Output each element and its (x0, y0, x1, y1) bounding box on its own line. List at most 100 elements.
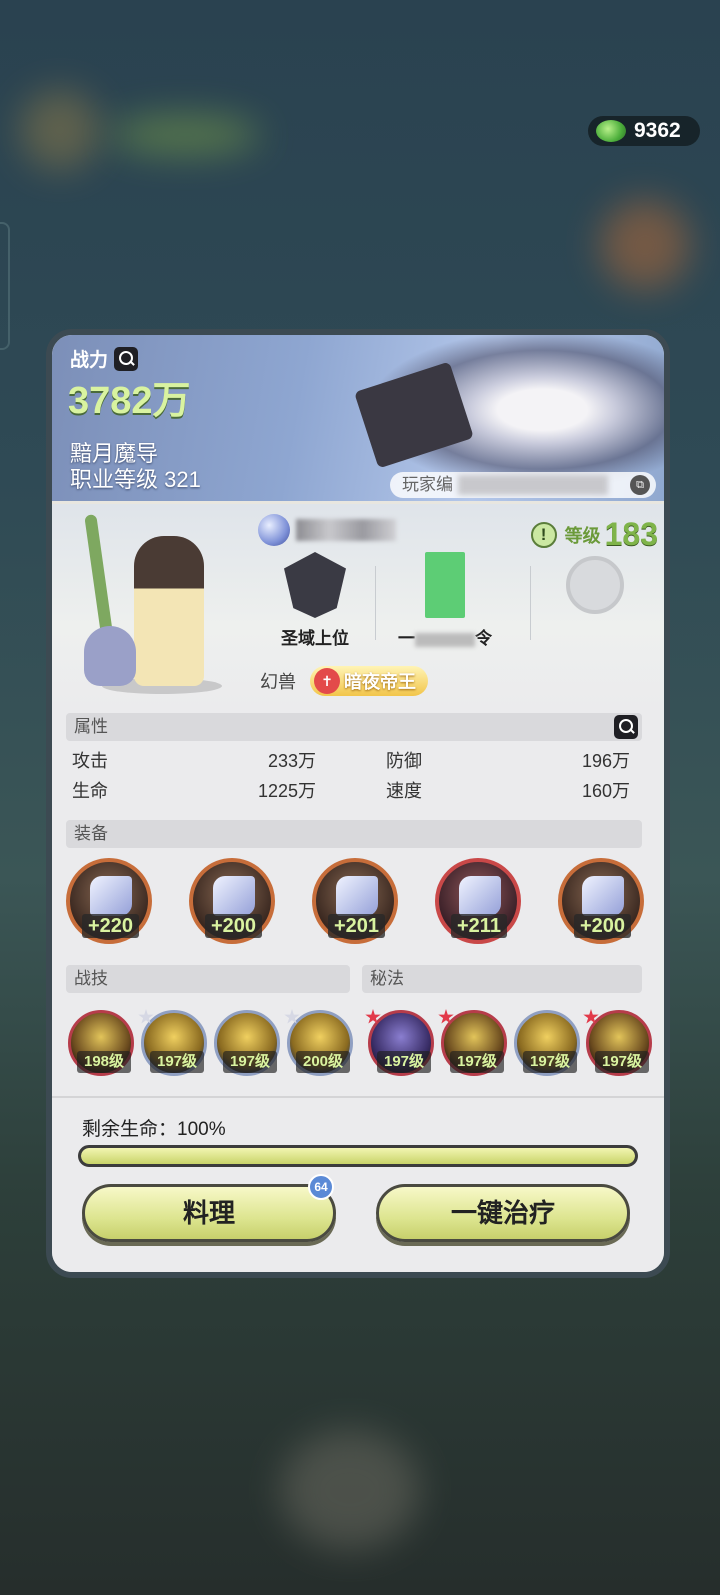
background-bottom-blur (280, 1430, 420, 1550)
power-label: 战力 (70, 345, 139, 372)
chibi-character (134, 536, 204, 686)
skill-slot[interactable]: 197级 (138, 1009, 207, 1076)
pet-name: 暗夜帝王 (344, 672, 416, 692)
hp-attr-value: 1225万 (257, 781, 316, 801)
pet-sprite (84, 626, 136, 686)
guild-banner-icon (425, 552, 465, 618)
guild-badge[interactable]: 一令 (390, 552, 500, 654)
skill-level: 197级 (450, 1051, 504, 1073)
star-icon (284, 1009, 300, 1024)
pet-label: 幻兽 (260, 672, 296, 692)
star-icon (138, 1009, 154, 1024)
skill-level: 198级 (77, 1051, 131, 1073)
equipment-slot[interactable]: +200 (558, 858, 644, 944)
equipment-title: 装备 (74, 824, 108, 843)
skill-slot[interactable]: 197级 (214, 1010, 280, 1076)
equipment-bonus: +200 (205, 914, 263, 938)
divider (375, 566, 376, 640)
pet-row: 幻兽 ✝ 暗夜帝王 (260, 664, 428, 698)
power-search-icon[interactable] (114, 346, 139, 371)
equipment-slot[interactable]: +201 (312, 858, 398, 944)
side-drawer-tab[interactable] (0, 222, 10, 350)
currency-value: 9362 (634, 119, 681, 142)
player-id-tag[interactable]: 玩家编 ⧉ (390, 472, 656, 498)
skill-level: 197级 (223, 1051, 277, 1073)
equipment-header: 装备 (66, 820, 642, 848)
rank-badges: 圣域上位 一令 (260, 552, 660, 654)
speed-value: 160万 (581, 781, 630, 801)
background-name-blur (110, 115, 260, 155)
player-level: ! 等级 183 (530, 516, 658, 553)
hp-bar (78, 1145, 638, 1167)
skill-level: 200级 (296, 1051, 350, 1073)
boots-icon (582, 876, 624, 916)
copy-icon[interactable]: ⧉ (630, 475, 650, 495)
equipment-row: +220 +200 +201 +211 +200 (66, 858, 646, 948)
skills-row: 198级 197级 197级 200级 197级 197级 197级 197级 (64, 1009, 654, 1080)
empty-badge-slot[interactable] (540, 552, 650, 654)
attributes-header: 属性 (66, 713, 642, 741)
equipment-bonus: +220 (82, 914, 140, 938)
player-info-panel: 战力 3782万 黯月魔导 职业等级 321 玩家编 ⧉ ! 等级 183 圣域… (46, 329, 670, 1278)
redacted-player-name (296, 519, 396, 541)
combat-skills-title: 战技 (74, 969, 108, 988)
attribute-row: 生命 1225万 速度 160万 (66, 777, 636, 807)
remaining-hp-label: 剩余生命：100% (82, 1119, 226, 1140)
defense-label: 防御 (386, 751, 422, 771)
hp-attr-label: 生命 (72, 781, 108, 801)
pet-name-pill[interactable]: ✝ 暗夜帝王 (310, 666, 428, 696)
skill-level: 197级 (595, 1051, 649, 1073)
green-gem-icon (596, 120, 626, 142)
equipment-bonus: +200 (574, 914, 632, 938)
equipment-bonus: +201 (328, 914, 386, 938)
robe-icon (459, 876, 501, 916)
exclamation-icon[interactable]: ! (530, 521, 557, 548)
player-orb-icon (258, 514, 290, 546)
heal-all-button[interactable]: 一键治疗 (376, 1184, 630, 1242)
attributes-search-icon[interactable] (614, 715, 638, 739)
cook-count-badge: 64 (308, 1174, 334, 1200)
cook-button[interactable]: 料理 (82, 1184, 336, 1242)
skill-slot[interactable]: 197级 (514, 1010, 580, 1076)
star-icon (365, 1009, 381, 1024)
power-value: 3782万 (68, 380, 191, 422)
skill-level: 197级 (150, 1051, 204, 1073)
combat-skills-header: 战技 (66, 965, 350, 993)
sword-icon: ✝ (314, 668, 340, 694)
skill-slot[interactable]: 197级 (438, 1009, 507, 1076)
star-icon (438, 1009, 454, 1024)
equipment-slot[interactable]: +220 (66, 858, 152, 944)
player-tag-prefix: 玩家编 (402, 475, 453, 494)
power-label-text: 战力 (70, 350, 109, 371)
secret-arts-title: 秘法 (370, 969, 404, 988)
background-glow-blur (600, 200, 690, 290)
player-name-row (258, 514, 396, 546)
profile-banner: 战力 3782万 黯月魔导 职业等级 321 玩家编 ⧉ (52, 335, 664, 504)
redacted-id (458, 475, 608, 495)
job-level: 职业等级 321 (70, 467, 201, 492)
skill-level: 197级 (523, 1051, 577, 1073)
skill-level: 197级 (377, 1051, 431, 1073)
skill-slot[interactable]: 198级 (68, 1010, 134, 1076)
status-footer: 剩余生命：100% 料理 64 一键治疗 (52, 1096, 664, 1272)
level-value: 183 (604, 516, 658, 552)
skill-slot[interactable]: 197级 (583, 1009, 652, 1076)
character-area: ! 等级 183 圣域上位 一令 幻兽 ✝ 暗夜帝王 (52, 504, 664, 708)
rank-label: 圣域上位 (281, 629, 349, 648)
rank-emblem-icon (284, 552, 346, 618)
book-icon (213, 876, 255, 916)
equipment-slot[interactable]: +211 (435, 858, 521, 944)
star-icon (583, 1009, 599, 1024)
skill-slot[interactable]: 200级 (284, 1009, 353, 1076)
equipment-bonus: +211 (451, 914, 507, 938)
equipment-slot[interactable]: +200 (189, 858, 275, 944)
speed-label: 速度 (386, 781, 422, 801)
guild-label: 一令 (398, 629, 492, 648)
rank-badge[interactable]: 圣域上位 (260, 552, 370, 654)
skill-slot[interactable]: 197级 (365, 1009, 434, 1076)
armor-icon (90, 876, 132, 916)
background-avatar-blur (20, 90, 100, 170)
divider (530, 566, 531, 640)
attribute-row: 攻击 233万 防御 196万 (66, 747, 636, 777)
circlet-icon (336, 876, 378, 916)
